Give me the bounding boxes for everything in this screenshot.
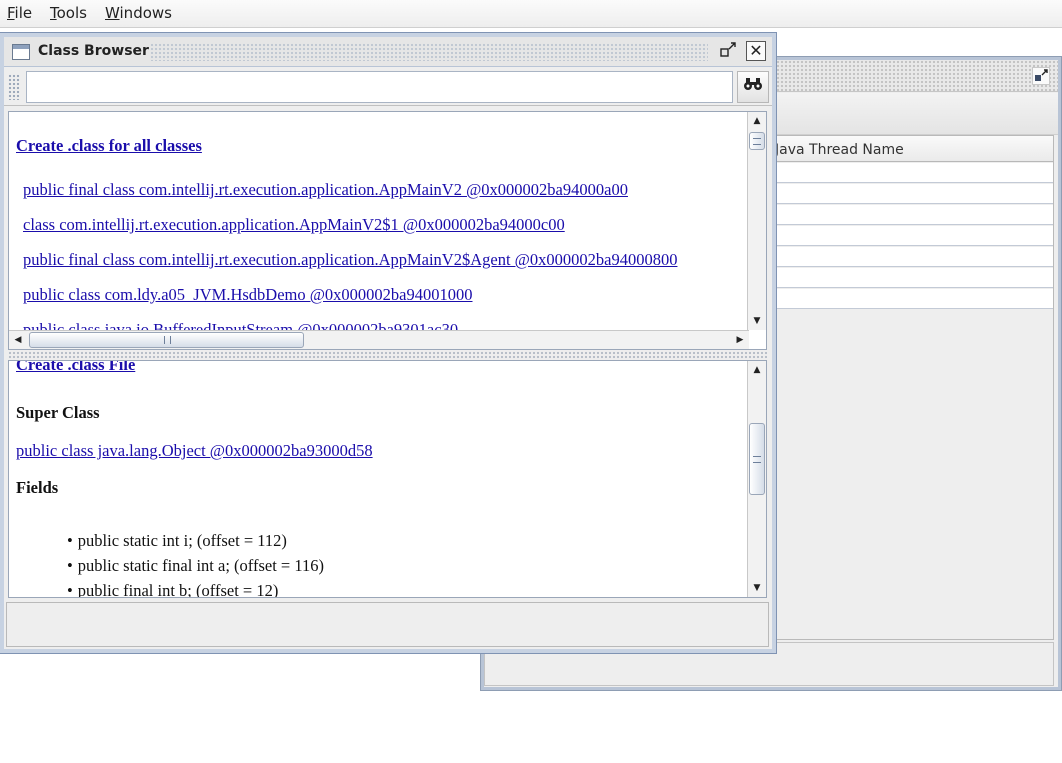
class-browser-titlebar[interactable]: Class Browser ✕ <box>4 37 772 67</box>
close-icon: ✕ <box>749 41 763 60</box>
window-icon <box>12 44 30 60</box>
field-item: public final int b; (offset = 12) <box>67 581 324 597</box>
scroll-down-icon[interactable]: ▼ <box>748 312 766 330</box>
scroll-left-icon[interactable]: ◀ <box>9 331 27 349</box>
restore-icon <box>1035 69 1048 81</box>
class-link[interactable]: class com.intellij.rt.execution.applicat… <box>23 215 565 235</box>
field-item: public static final int a; (offset = 116… <box>67 556 324 581</box>
restore-button[interactable] <box>718 41 738 61</box>
status-bar <box>6 602 769 647</box>
class-link[interactable]: public final class com.intellij.rt.execu… <box>23 250 677 270</box>
search-toolbar <box>4 68 772 106</box>
scroll-up-icon[interactable]: ▲ <box>748 112 766 130</box>
scroll-thumb[interactable] <box>749 423 765 495</box>
maximize-button[interactable] <box>1032 67 1050 85</box>
binoculars-icon <box>744 78 762 90</box>
class-browser-window[interactable]: Class Browser ✕ Create .class for all cl… <box>0 32 777 654</box>
search-input[interactable] <box>26 71 733 103</box>
menu-file[interactable]: File <box>7 4 32 22</box>
class-list-vertical-scrollbar[interactable]: ▲ ▼ <box>747 112 766 330</box>
close-button[interactable]: ✕ <box>746 41 766 61</box>
super-class-link[interactable]: public class java.lang.Object @0x000002b… <box>16 441 373 461</box>
scroll-up-icon[interactable]: ▲ <box>748 361 766 379</box>
fields-heading: Fields <box>16 478 59 497</box>
class-list-pane: Create .class for all classes public fin… <box>8 111 767 350</box>
class-link[interactable]: public class com.ldy.a05_JVM.HsdbDemo @0… <box>23 285 473 305</box>
find-button[interactable] <box>737 71 769 103</box>
menu-tools[interactable]: Tools <box>50 4 87 22</box>
titlebar-grip <box>150 43 708 61</box>
class-list-content: Create .class for all classes public fin… <box>9 112 749 332</box>
class-link[interactable]: public final class com.intellij.rt.execu… <box>23 180 628 200</box>
class-list-horizontal-scrollbar[interactable]: ◀ ▶ <box>9 330 749 349</box>
scroll-thumb[interactable] <box>29 332 304 348</box>
create-class-for-all-link[interactable]: Create .class for all classes <box>16 136 202 156</box>
fields-list: public static int i; (offset = 112) publ… <box>67 531 324 597</box>
split-pane-divider[interactable] <box>8 351 767 359</box>
scroll-down-icon[interactable]: ▼ <box>748 579 766 597</box>
scroll-thumb[interactable] <box>749 132 765 150</box>
window-title: Class Browser <box>38 43 149 59</box>
class-details-pane: Create .class File Super Class public cl… <box>8 360 767 598</box>
menu-bar: File Tools Windows <box>0 0 1062 28</box>
field-item: public static int i; (offset = 112) <box>67 531 324 556</box>
scroll-right-icon[interactable]: ▶ <box>731 331 749 349</box>
create-class-file-link[interactable]: Create .class File <box>16 361 135 375</box>
class-details-vertical-scrollbar[interactable]: ▲ ▼ <box>747 361 766 597</box>
restore-icon <box>720 42 736 57</box>
menu-windows[interactable]: Windows <box>105 4 172 22</box>
class-details-content: Create .class File Super Class public cl… <box>9 361 749 597</box>
toolbar-grip[interactable] <box>8 74 20 100</box>
super-class-heading: Super Class <box>16 403 100 422</box>
